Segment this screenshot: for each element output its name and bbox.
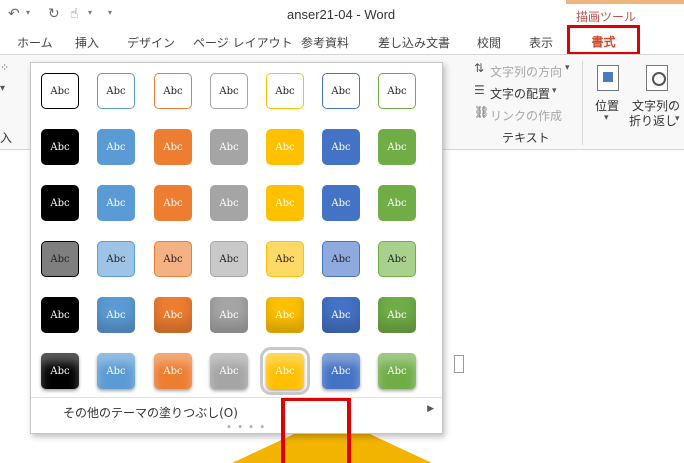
style-swatch[interactable]: Abc: [154, 185, 192, 221]
text-align-icon[interactable]: ☰: [474, 83, 485, 97]
style-swatch[interactable]: Abc: [210, 241, 248, 277]
tab-review[interactable]: 校閲: [477, 34, 501, 51]
style-swatch[interactable]: Abc: [378, 129, 416, 165]
style-swatch[interactable]: Abc: [154, 241, 192, 277]
position-icon[interactable]: [597, 65, 619, 91]
text-align-button[interactable]: 文字の配置: [490, 85, 550, 102]
context-tab-band: [566, 0, 684, 4]
style-swatch[interactable]: Abc: [322, 129, 360, 165]
style-swatch[interactable]: Abc: [154, 129, 192, 165]
style-swatch[interactable]: Abc: [210, 185, 248, 221]
document-title: anser21-04 - Word: [287, 7, 396, 22]
style-swatch[interactable]: Abc: [154, 353, 192, 389]
style-swatch[interactable]: Abc: [41, 241, 79, 277]
shape-resize-handle[interactable]: [454, 355, 464, 373]
gallery-divider: [31, 397, 442, 398]
style-swatch[interactable]: Abc: [97, 297, 135, 333]
tab-mailings[interactable]: 差し込み文書: [378, 34, 450, 51]
style-swatch[interactable]: Abc: [210, 353, 248, 389]
style-swatch[interactable]: Abc: [154, 73, 192, 109]
style-swatch[interactable]: Abc: [266, 73, 304, 109]
customize-qat-icon[interactable]: ▾: [108, 8, 112, 17]
style-swatch[interactable]: Abc: [322, 241, 360, 277]
wrap-text-icon[interactable]: [646, 65, 668, 91]
style-swatch[interactable]: Abc: [378, 297, 416, 333]
style-swatch[interactable]: Abc: [322, 353, 360, 389]
text-align-caret-icon[interactable]: ▾: [552, 86, 557, 96]
undo-icon[interactable]: ↶: [8, 6, 20, 22]
style-swatch[interactable]: Abc: [378, 241, 416, 277]
style-swatch[interactable]: Abc: [210, 73, 248, 109]
position-caret-icon[interactable]: ▾: [604, 113, 609, 123]
tab-format[interactable]: 書式: [570, 33, 637, 50]
submenu-arrow-icon: ▶: [427, 404, 434, 414]
style-swatch[interactable]: Abc: [41, 353, 79, 389]
style-swatch[interactable]: Abc: [378, 185, 416, 221]
dropdown-icon[interactable]: ▾: [0, 83, 5, 94]
text-direction-icon[interactable]: ⇅: [474, 61, 484, 75]
style-swatch[interactable]: Abc: [322, 73, 360, 109]
style-swatch[interactable]: Abc: [41, 297, 79, 333]
style-swatch[interactable]: Abc: [322, 185, 360, 221]
style-swatch[interactable]: Abc: [260, 347, 310, 395]
tab-page-layout[interactable]: ページ レイアウト: [193, 34, 293, 51]
tab-insert[interactable]: 挿入: [75, 34, 99, 51]
shape-edit-icon[interactable]: ⁘: [0, 61, 9, 74]
tab-view[interactable]: 表示: [529, 34, 553, 51]
more-theme-fills-label: その他のテーマの塗りつぶし(O): [63, 406, 238, 420]
tab-design[interactable]: デザイン: [127, 34, 175, 51]
style-swatch[interactable]: Abc: [41, 129, 79, 165]
gallery-resize-grip-icon[interactable]: • • • •: [226, 422, 266, 433]
style-swatch[interactable]: Abc: [41, 185, 79, 221]
tab-home[interactable]: ホーム: [17, 34, 53, 51]
style-swatch[interactable]: Abc: [322, 297, 360, 333]
shape-style-gallery: Abc Abc Abc Abc Abc Abc Abc Abc Abc Abc Abc Abc Abc A…: [30, 62, 443, 463]
tab-format-highlight[interactable]: 書式: [567, 25, 640, 55]
style-swatch[interactable]: Abc: [97, 241, 135, 277]
style-swatch[interactable]: Abc: [97, 185, 135, 221]
wrap-text-label-2[interactable]: 折り返し: [629, 112, 677, 129]
style-swatch[interactable]: Abc: [97, 353, 135, 389]
style-swatch[interactable]: Abc: [266, 129, 304, 165]
touch-mode-dropdown-icon[interactable]: ▾: [88, 8, 92, 17]
style-swatch[interactable]: Abc: [266, 185, 304, 221]
style-swatch[interactable]: Abc: [266, 297, 304, 333]
style-swatch[interactable]: Abc: [378, 353, 416, 389]
style-swatch[interactable]: Abc: [210, 129, 248, 165]
text-group-label: テキスト: [502, 131, 550, 145]
more-theme-fills-item[interactable]: その他のテーマの塗りつぶし(O) ▶: [31, 401, 442, 421]
left-group-label: 入: [0, 131, 13, 145]
text-direction-button[interactable]: 文字列の方向: [490, 63, 562, 80]
style-swatch[interactable]: Abc: [266, 241, 304, 277]
tab-references[interactable]: 参考資料: [301, 34, 349, 51]
group-divider: [582, 61, 583, 145]
style-swatch[interactable]: Abc: [378, 73, 416, 109]
style-swatch[interactable]: Abc: [97, 73, 135, 109]
redo-icon[interactable]: ↻: [48, 6, 60, 22]
create-link-button[interactable]: リンクの作成: [490, 107, 562, 124]
text-direction-caret-icon[interactable]: ▾: [565, 63, 570, 73]
link-icon[interactable]: ⛓: [474, 105, 489, 119]
undo-dropdown-icon[interactable]: ▾: [26, 8, 30, 17]
style-swatch[interactable]: Abc: [97, 129, 135, 165]
style-swatch[interactable]: Abc: [210, 297, 248, 333]
wrap-text-caret-icon[interactable]: ▾: [675, 114, 680, 124]
style-swatch[interactable]: Abc: [154, 297, 192, 333]
style-swatch[interactable]: Abc: [41, 73, 79, 109]
drawing-tools-label: 描画ツール: [576, 10, 637, 24]
touch-mode-icon[interactable]: ☝: [70, 6, 79, 22]
position-button[interactable]: 位置: [595, 97, 619, 114]
